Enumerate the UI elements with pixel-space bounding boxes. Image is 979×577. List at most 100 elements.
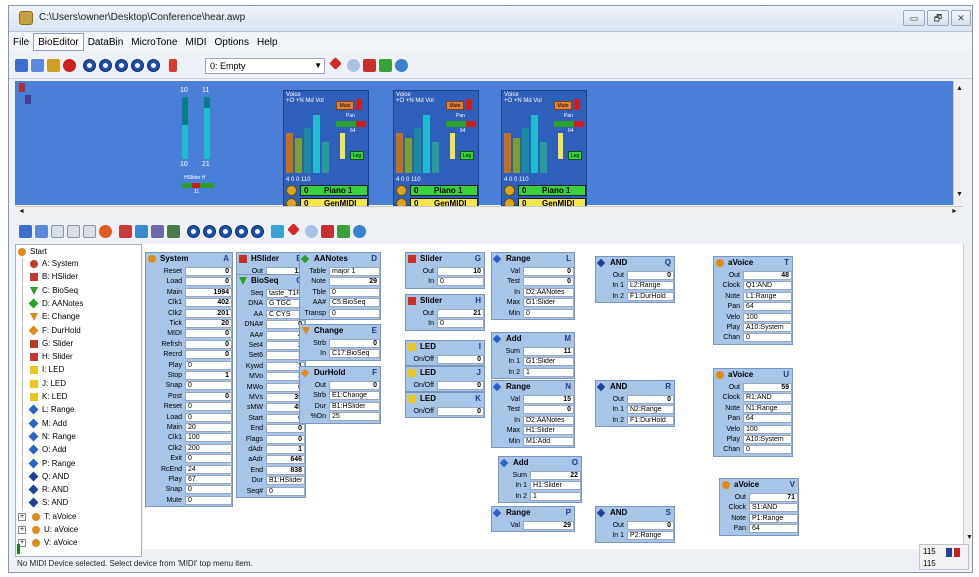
module-value-field[interactable]: 100 [185, 433, 232, 443]
module-value-field[interactable]: 0 [185, 277, 232, 287]
module-led-k[interactable]: LED K On/Off 0 [405, 392, 485, 419]
menu-microtone[interactable]: MicroTone [127, 34, 181, 52]
module-value-field[interactable]: 0 [185, 350, 232, 360]
rewind-circle-icon[interactable] [131, 59, 144, 72]
legato-button[interactable]: Leg [568, 151, 582, 160]
module-value-field[interactable]: M1:Add [523, 436, 574, 446]
module-value-field[interactable]: 0 [185, 360, 232, 370]
module-header[interactable]: AND Q [596, 257, 674, 268]
stop-circle-icon[interactable] [203, 225, 216, 238]
instrument-dial-icon[interactable] [504, 185, 515, 196]
module-value-field[interactable]: 21 [437, 309, 484, 318]
instrument-dial-icon[interactable] [396, 185, 407, 196]
tree-item[interactable]: R: AND [16, 484, 141, 498]
module-system[interactable]: System A Reset 0 Load 0 Main 1994 Clk1 40… [145, 252, 233, 508]
mute-button[interactable]: Mute [446, 101, 464, 110]
voice-level-bar[interactable] [540, 142, 547, 173]
list-icon[interactable] [35, 225, 48, 238]
module-value-field[interactable]: 24 [185, 464, 232, 474]
module-value-field[interactable]: 0 [185, 402, 232, 412]
module-value-field[interactable]: 0 [329, 339, 380, 348]
instrument-row[interactable]: 0 Piano 1 [286, 185, 368, 197]
module-header[interactable]: AND R [596, 381, 674, 392]
module-value-field[interactable]: 0 [266, 424, 305, 434]
module-value-field[interactable]: L1:Range [743, 291, 792, 301]
minimize-button[interactable]: ▭ [903, 10, 925, 26]
module-value-field[interactable]: 0 [437, 277, 484, 287]
module-value-field[interactable]: H1:Slider [523, 426, 574, 436]
module-value-field[interactable]: 15 [523, 395, 574, 404]
module-value-field[interactable]: 59 [743, 383, 792, 392]
module-value-field[interactable]: G1:Slider [523, 357, 574, 367]
voice-level-bar[interactable] [531, 115, 538, 173]
module-value-field[interactable]: 0 [185, 329, 232, 339]
record-icon[interactable] [99, 225, 112, 238]
module-tree[interactable]: Start A: System B: HSlider C: BioSeq D: AANo… [15, 244, 142, 557]
module-value-field[interactable]: 1994 [185, 287, 232, 297]
pin-icon[interactable] [287, 223, 300, 236]
link-icon[interactable] [271, 225, 284, 238]
module-value-field[interactable]: 0 [523, 267, 574, 276]
module-value-field[interactable]: 0 [743, 445, 792, 455]
window-icon[interactable] [15, 59, 28, 72]
cut-icon[interactable] [119, 225, 132, 238]
module-value-field[interactable]: 0 [437, 381, 484, 390]
module-header[interactable]: AND S [596, 507, 674, 518]
module-and-s[interactable]: AND S Out 0 In 1 P2:Range [595, 506, 675, 543]
module-add-o[interactable]: Add O Sum 22 In 1 H1:Slider In 2 1 [498, 456, 582, 504]
module-value-field[interactable]: 1 [185, 371, 232, 380]
voice-level-bar[interactable] [304, 128, 311, 173]
record-icon[interactable] [63, 59, 76, 72]
module-value-field[interactable]: 0 [185, 339, 232, 349]
hslider-track[interactable] [182, 183, 214, 188]
module-header[interactable]: aVoice T [714, 257, 792, 268]
module-value-field[interactable]: D2:AANotes [523, 415, 574, 425]
module-value-field[interactable]: major 1 [329, 267, 380, 276]
preset-select[interactable]: 0: Empty ▼ [205, 58, 325, 74]
arrow-icon[interactable] [337, 225, 350, 238]
module-value-field[interactable]: 0 [185, 454, 232, 464]
module-value-field[interactable]: 10 [437, 267, 484, 276]
pan-slider[interactable] [446, 121, 476, 127]
module-value-field[interactable]: 71 [749, 493, 798, 502]
rack-vertical-scrollbar[interactable]: ▲ ▼ [953, 81, 964, 205]
module-value-field[interactable]: P2:Range [627, 531, 674, 541]
module-value-field[interactable]: Q1:AND [743, 281, 792, 291]
voice-level-bar[interactable] [414, 128, 421, 173]
module-value-field[interactable]: D2:AANotes [523, 287, 574, 297]
module-header[interactable]: aVoice V [720, 479, 798, 490]
module-value-field[interactable]: E1:Change [329, 391, 380, 401]
chart-icon[interactable] [167, 225, 180, 238]
voice-panel[interactable]: Voice +O +N Md Vol Mute Pan 64 Leg 4 0 0 … [501, 90, 587, 209]
module-value-field[interactable]: N2:Range [627, 405, 674, 415]
module-value-field[interactable]: F1:DurHold [627, 415, 674, 425]
menu-help[interactable]: Help [253, 34, 282, 52]
maximize-button[interactable]: 🗗 [927, 10, 949, 26]
legato-button[interactable]: Leg [350, 151, 364, 160]
tree-item[interactable]: A: System [16, 258, 141, 271]
module-value-field[interactable]: B1:HSlider [329, 401, 380, 411]
tree-item[interactable]: C: BioSeq [16, 284, 141, 298]
module-header[interactable]: aVoice U [714, 369, 792, 380]
module-header[interactable]: Add O [499, 457, 581, 468]
module-value-field[interactable]: 0 [627, 271, 674, 280]
voice-panel[interactable]: Voice +O +N Md Vol Mute Pan 64 Leg 4 0 0 … [283, 90, 369, 209]
zoom-icon[interactable] [305, 225, 318, 238]
tree-item[interactable]: G: Slider [16, 337, 141, 351]
module-header[interactable]: System A [146, 253, 232, 264]
module-value-field[interactable]: 200 [185, 443, 232, 453]
tree-item[interactable]: B: HSlider [16, 271, 141, 285]
module-value-field[interactable]: 0 [266, 486, 305, 496]
module-value-field[interactable]: 0 [329, 381, 380, 390]
workspace-vertical-scrollbar[interactable]: ▼ [963, 244, 972, 549]
slider-g-bar[interactable] [182, 97, 188, 159]
voice-level-bar[interactable] [313, 115, 320, 173]
mute-button[interactable]: Mute [336, 101, 354, 110]
module-header[interactable]: Range P [492, 507, 574, 518]
module-avoice-t[interactable]: aVoice T Out 48 Clock Q1:AND Note L1:Rang… [713, 256, 793, 345]
module-value-field[interactable]: 0 [627, 521, 674, 530]
module-header[interactable]: DurHold F [300, 367, 380, 378]
module-value-field[interactable]: 0 [329, 308, 380, 318]
module-value-field[interactable]: 67 [185, 475, 232, 484]
copy-icon[interactable] [135, 225, 148, 238]
